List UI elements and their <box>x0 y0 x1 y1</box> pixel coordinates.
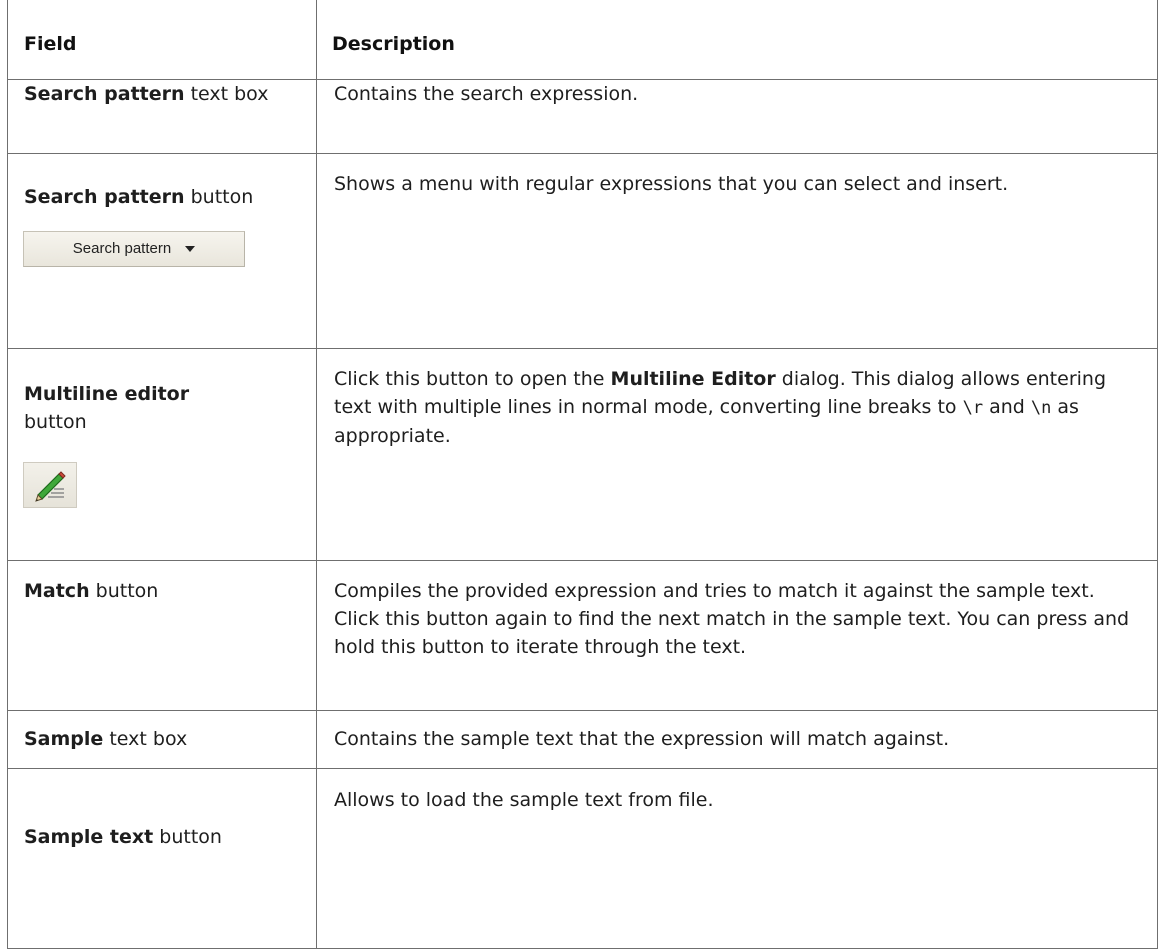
field-name-bold: Search pattern <box>24 185 185 208</box>
description-cell: Shows a menu with regular expressions th… <box>316 152 1158 349</box>
field-description-table: Field Description Search pattern text bo… <box>7 0 1158 949</box>
table-row: Multiline editor button Click this butto… <box>7 347 1158 561</box>
header-row: Field Description <box>7 0 1158 80</box>
table-row: Sample text button Allows to load the sa… <box>7 767 1158 949</box>
description-cell: Allows to load the sample text from file… <box>316 767 1158 949</box>
multiline-editor-button[interactable] <box>23 461 77 508</box>
dialog-name-bold: Multiline Editor <box>610 367 776 390</box>
header-field: Field <box>7 0 317 80</box>
field-name-bold: Multiline editor <box>24 382 190 405</box>
table-row: Search pattern text box Contains the sea… <box>7 78 1158 154</box>
field-cell: Multiline editor button <box>7 347 317 561</box>
code-carriage-return: \r <box>962 397 984 418</box>
field-cell: Match button <box>7 559 317 711</box>
description-text: Allows to load the sample text from file… <box>334 788 714 811</box>
description-cell: Contains the sample text that the expres… <box>316 709 1158 769</box>
description-text-part: Click this button to open the <box>334 367 611 390</box>
field-name-rest: text box <box>184 82 269 105</box>
field-cell: Sample text box <box>7 709 317 769</box>
field-name-rest: button <box>153 825 222 848</box>
search-pattern-button-label: Search pattern <box>72 239 172 257</box>
description-text: Click this button to open the Multiline … <box>334 349 1145 450</box>
field-name-bold: Sample <box>24 727 104 750</box>
field-name-multiline-editor: Multiline editor button <box>24 349 308 436</box>
field-cell: Search pattern text box <box>7 78 317 154</box>
field-name-rest: button <box>89 579 159 602</box>
description-text: Contains the search expression. <box>334 82 639 105</box>
table-row: Search pattern button Search pattern Sho… <box>7 152 1158 349</box>
description-cell: Contains the search expression. <box>316 78 1158 154</box>
field-cell: Search pattern button Search pattern <box>7 152 317 349</box>
field-name-search-pattern-textbox: Search pattern text box <box>24 83 268 105</box>
field-description-table-wrapper: Field Description Search pattern text bo… <box>7 0 1158 949</box>
header-description: Description <box>316 0 1158 80</box>
description-text-part: and <box>983 395 1031 418</box>
table-row: Match button Compiles the provided expre… <box>7 559 1158 711</box>
description-text: Shows a menu with regular expressions th… <box>334 172 1009 195</box>
field-name-rest: button <box>24 410 87 433</box>
description-cell: Click this button to open the Multiline … <box>316 347 1158 561</box>
search-pattern-button[interactable]: Search pattern <box>23 230 245 267</box>
code-newline: \n <box>1030 397 1052 418</box>
description-text: Contains the sample text that the expres… <box>334 727 950 750</box>
field-name-rest: text box <box>103 727 188 750</box>
field-cell: Sample text button <box>7 767 317 949</box>
field-name-rest: button <box>184 185 254 208</box>
field-name-sample-textbox: Sample text box <box>24 711 308 753</box>
description-text: Compiles the provided expression and tri… <box>334 579 1130 658</box>
field-name-sample-text-button: Sample text button <box>24 769 308 851</box>
field-name-bold: Search pattern <box>24 82 185 105</box>
pencil-icon <box>35 470 66 502</box>
field-name-bold: Match <box>24 579 90 602</box>
table-row: Sample text box Contains the sample text… <box>7 709 1158 769</box>
dropdown-arrow-icon <box>185 245 196 252</box>
description-cell: Compiles the provided expression and tri… <box>316 559 1158 711</box>
field-name-search-pattern-button: Search pattern button <box>24 154 308 211</box>
field-name-bold: Sample text <box>24 825 154 848</box>
field-name-match-button: Match button <box>24 561 308 605</box>
